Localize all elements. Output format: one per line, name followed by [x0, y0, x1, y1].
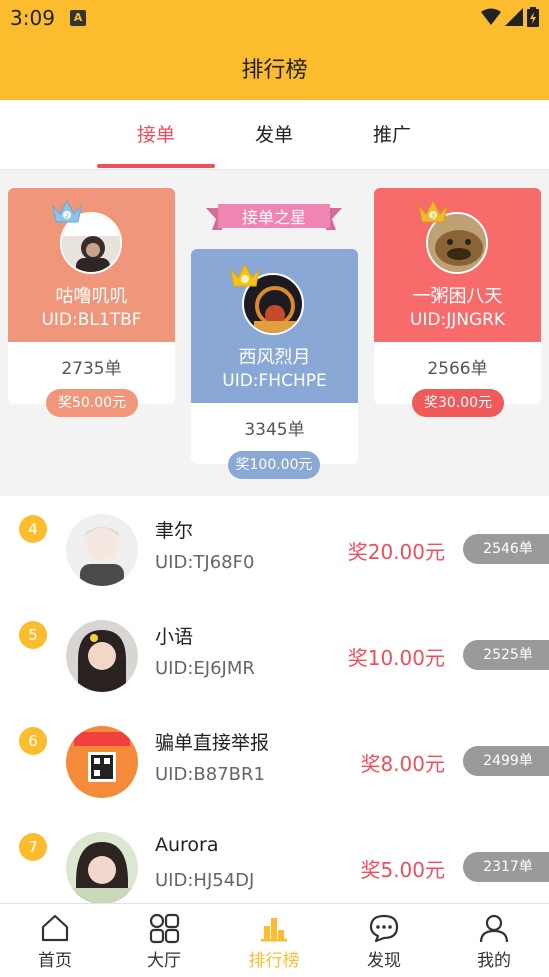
podium-second-name: 咕噜叽叽 — [55, 286, 128, 307]
grid-icon — [149, 913, 180, 944]
avatar[interactable] — [66, 832, 138, 904]
row-reward: 奖20.00元 — [347, 540, 445, 564]
svg-text:3: 3 — [431, 213, 435, 220]
nav-hall[interactable]: 大厅 — [124, 912, 204, 971]
ranking-icon — [261, 918, 287, 942]
podium-third-uid: UID:JJNGRK — [409, 310, 506, 330]
rank-badge: 6 — [19, 727, 47, 755]
battery-icon — [527, 7, 539, 27]
rank-badge: 5 — [19, 621, 47, 649]
status-bar: 3:09 A — [0, 0, 549, 36]
row-count-badge: 2499单 — [463, 746, 549, 776]
row-uid: UID:EJ6JMR — [155, 658, 255, 679]
list-item[interactable]: 4 聿尔 UID:TJ68F0 奖20.00元 2546单 — [0, 496, 549, 602]
nav-discover[interactable]: 发现 — [344, 912, 424, 971]
crown-gold-icon — [230, 263, 260, 287]
tab-bar: 接单 发单 推广 — [0, 100, 549, 170]
row-uid: UID:TJ68F0 — [155, 552, 255, 573]
podium-second-count: 2735单 — [61, 359, 122, 379]
notification-a-icon: A — [70, 10, 86, 26]
row-reward: 奖5.00元 — [360, 858, 445, 882]
row-count-badge: 2317单 — [463, 852, 549, 882]
podium-second-uid: UID:BL1TBF — [41, 310, 142, 330]
chat-icon — [369, 914, 399, 943]
podium-first-reward: 奖100.00元 — [228, 451, 320, 479]
row-count-badge: 2525单 — [463, 640, 549, 670]
svg-text:2: 2 — [65, 213, 69, 220]
avatar[interactable] — [66, 726, 138, 798]
nav-mine-label: 我的 — [477, 951, 511, 971]
user-icon — [479, 914, 509, 943]
row-name: 骗单直接举报 — [155, 732, 270, 754]
bottom-nav: 首页 大厅 排行榜 发现 我的 — [0, 903, 549, 977]
row-count-badge: 2546单 — [463, 534, 549, 564]
rank-badge: 7 — [19, 833, 47, 861]
podium-third-count: 2566单 — [427, 359, 488, 379]
podium-third-name: 一粥困八天 — [412, 286, 503, 307]
nav-mine[interactable]: 我的 — [454, 912, 534, 971]
list-item[interactable]: 6 骗单直接举报 UID:B87BR1 奖8.00元 2499单 — [0, 708, 549, 814]
nav-ranking-label: 排行榜 — [248, 951, 300, 971]
tab-take-orders[interactable]: 接单 — [116, 120, 196, 147]
rank-badge: 4 — [19, 515, 47, 543]
podium-first-uid: UID:FHCHPE — [222, 371, 327, 391]
list-item[interactable]: 7 Aurora UID:HJ54DJ 奖5.00元 2317单 — [0, 814, 549, 904]
nav-home[interactable]: 首页 — [15, 912, 95, 971]
avatar[interactable] — [66, 620, 138, 692]
podium-first-count: 3345单 — [244, 420, 305, 440]
nav-discover-label: 发现 — [367, 951, 401, 971]
row-reward: 奖8.00元 — [360, 752, 445, 776]
list-item[interactable]: 5 小语 UID:EJ6JMR 奖10.00元 2525单 — [0, 602, 549, 708]
row-uid: UID:HJ54DJ — [155, 870, 255, 891]
tab-post-orders[interactable]: 发单 — [234, 120, 314, 147]
signal-icon — [505, 8, 523, 26]
nav-ranking[interactable]: 排行榜 — [234, 912, 314, 971]
status-icons — [481, 7, 539, 27]
tab-active-indicator — [97, 164, 215, 168]
crown-silver-icon: 2 — [52, 199, 82, 223]
row-reward: 奖10.00元 — [347, 646, 445, 670]
nav-hall-label: 大厅 — [147, 951, 181, 971]
podium-third-reward: 奖30.00元 — [412, 389, 504, 417]
status-time: 3:09 — [10, 6, 55, 30]
avatar[interactable] — [66, 514, 138, 586]
podium-first-name: 西风烈月 — [238, 347, 311, 368]
podium-second-reward: 奖50.00元 — [46, 389, 138, 417]
star-banner-text: 接单之星 — [241, 208, 306, 227]
app-header: 3:09 A 排行榜 — [0, 0, 549, 100]
tab-promotion[interactable]: 推广 — [352, 120, 432, 147]
row-name: 小语 — [155, 626, 194, 648]
wifi-icon — [481, 8, 501, 25]
row-name: Aurora — [155, 834, 219, 856]
page-title: 排行榜 — [241, 58, 308, 83]
row-uid: UID:B87BR1 — [155, 764, 265, 785]
row-name: 聿尔 — [155, 520, 194, 542]
nav-home-label: 首页 — [38, 951, 72, 971]
crown-bronze-icon: 3 — [418, 199, 448, 223]
home-icon — [41, 914, 69, 942]
